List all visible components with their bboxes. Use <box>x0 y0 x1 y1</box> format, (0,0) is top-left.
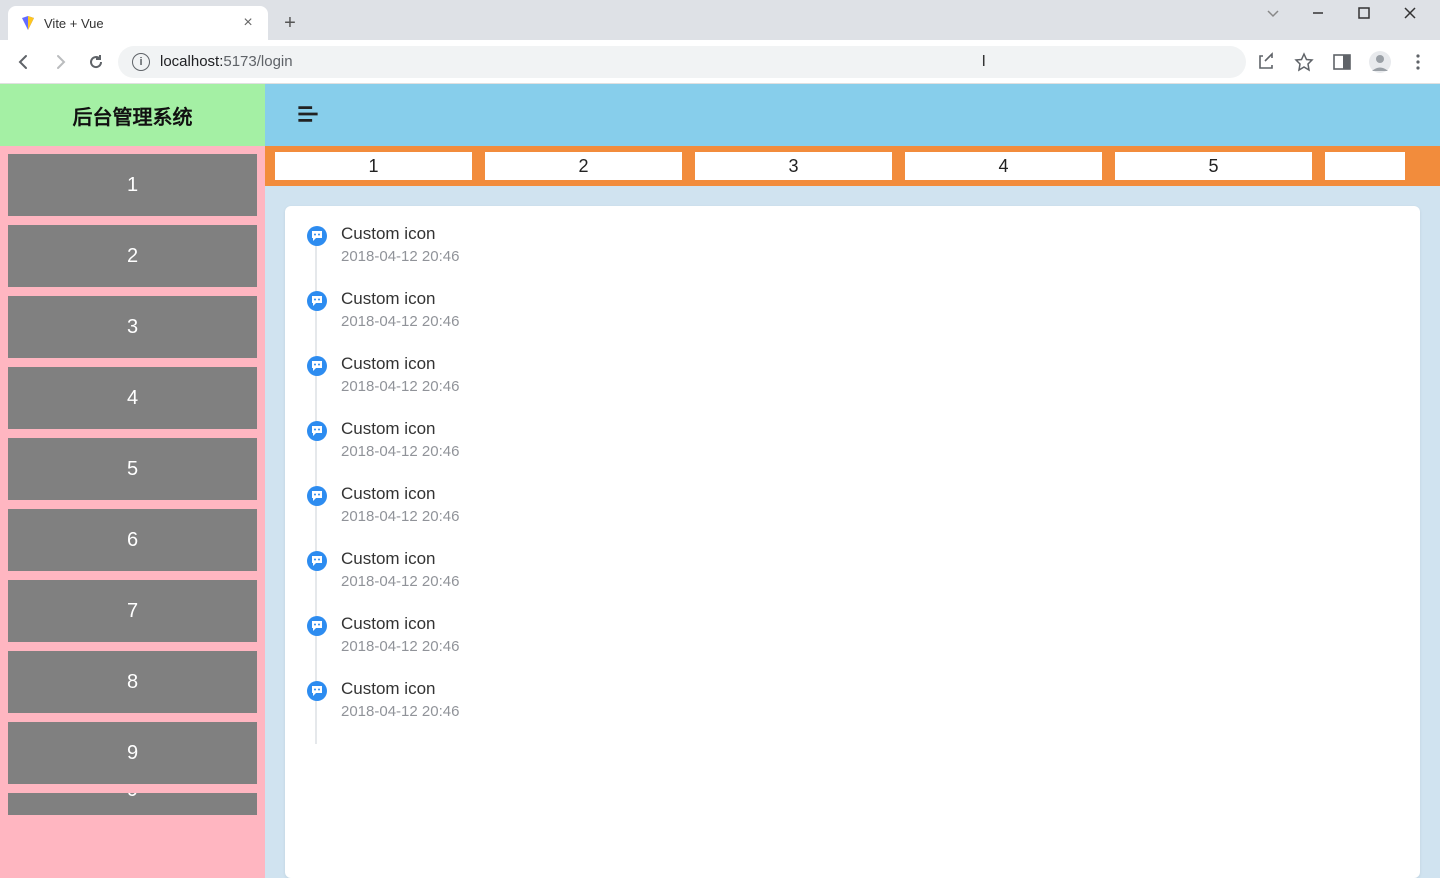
timeline-item: Custom icon 2018-04-12 20:46 <box>321 354 1400 419</box>
sidebar-item-label: 2 <box>127 245 138 268</box>
sidebar-item[interactable]: 3 <box>8 296 257 358</box>
nav-forward-button[interactable] <box>46 48 74 76</box>
chat-bubble-icon <box>307 356 327 376</box>
content-tab-label: 5 <box>1208 156 1218 177</box>
bookmark-star-icon[interactable] <box>1292 50 1316 74</box>
sidebar-item-label: 9 <box>127 742 138 765</box>
timeline-item-time: 2018-04-12 20:46 <box>341 313 1400 330</box>
timeline-item-time: 2018-04-12 20:46 <box>341 248 1400 265</box>
sidebar-item[interactable]: 7 <box>8 580 257 642</box>
address-bar[interactable]: i localhost:5173/login I <box>118 46 1246 78</box>
sidebar-item[interactable]: 5 <box>8 438 257 500</box>
window-maximize-icon[interactable] <box>1358 7 1386 19</box>
timeline-item: Custom icon 2018-04-12 20:46 <box>321 679 1400 744</box>
sidebar-item-label: 8 <box>127 671 138 694</box>
sidebar-menu: 1 2 3 4 5 6 7 8 9 9 <box>0 146 265 823</box>
content-tab[interactable]: 2 <box>485 152 682 180</box>
content-tab[interactable] <box>1325 152 1405 180</box>
sidebar-item-label: 6 <box>127 529 138 552</box>
timeline-item-time: 2018-04-12 20:46 <box>341 508 1400 525</box>
top-bar <box>265 84 1440 146</box>
sidebar-item-label: 1 <box>127 174 138 197</box>
sidebar-item[interactable]: 9 <box>8 793 257 815</box>
timeline-item-title: Custom icon <box>341 549 1400 569</box>
timeline-item-title: Custom icon <box>341 484 1400 504</box>
share-icon[interactable] <box>1254 50 1278 74</box>
timeline-item-time: 2018-04-12 20:46 <box>341 573 1400 590</box>
content-tab[interactable]: 1 <box>275 152 472 180</box>
content-tabs-row: 1 2 3 4 5 <box>265 146 1440 186</box>
new-tab-button[interactable]: + <box>276 9 304 37</box>
timeline: Custom icon 2018-04-12 20:46 Custom icon… <box>305 224 1400 744</box>
content-tab-label: 1 <box>368 156 378 177</box>
more-menu-icon[interactable] <box>1406 50 1430 74</box>
chat-bubble-icon <box>307 486 327 506</box>
chat-bubble-icon <box>307 616 327 636</box>
sidebar-item[interactable]: 1 <box>8 154 257 216</box>
sidebar-item-label: 9 <box>127 793 138 802</box>
timeline-item: Custom icon 2018-04-12 20:46 <box>321 484 1400 549</box>
sidebar-item[interactable]: 6 <box>8 509 257 571</box>
timeline-card: Custom icon 2018-04-12 20:46 Custom icon… <box>285 206 1420 878</box>
timeline-item-title: Custom icon <box>341 614 1400 634</box>
browser-toolbar: i localhost:5173/login I <box>0 40 1440 84</box>
content-tab-label: 4 <box>998 156 1008 177</box>
timeline-item: Custom icon 2018-04-12 20:46 <box>321 614 1400 679</box>
window-minimize-icon[interactable] <box>1312 7 1340 19</box>
window-dropdown-icon[interactable] <box>1266 6 1294 20</box>
content-tab-label: 2 <box>578 156 588 177</box>
timeline-item-time: 2018-04-12 20:46 <box>341 443 1400 460</box>
timeline-item-time: 2018-04-12 20:46 <box>341 703 1400 720</box>
menu-collapse-ic-[interactable] <box>297 103 321 127</box>
browser-tab[interactable]: Vite + Vue × <box>8 6 268 40</box>
timeline-item-time: 2018-04-12 20:46 <box>341 378 1400 395</box>
url-text: localhost:5173/login <box>160 53 293 70</box>
browser-tab-strip: Vite + Vue × + <box>0 0 1440 40</box>
sidebar-item[interactable]: 4 <box>8 367 257 429</box>
timeline-item: Custom icon 2018-04-12 20:46 <box>321 224 1400 289</box>
sidebar-item-label: 7 <box>127 600 138 623</box>
timeline-item-time: 2018-04-12 20:46 <box>341 638 1400 655</box>
timeline-item: Custom icon 2018-04-12 20:46 <box>321 419 1400 484</box>
chat-bubble-icon <box>307 551 327 571</box>
sidebar-item[interactable]: 9 <box>8 722 257 784</box>
profile-avatar-icon[interactable] <box>1368 50 1392 74</box>
nav-reload-button[interactable] <box>82 48 110 76</box>
timeline-item-title: Custom icon <box>341 354 1400 374</box>
nav-back-button[interactable] <box>10 48 38 76</box>
timeline-item-title: Custom icon <box>341 289 1400 309</box>
chat-bubble-icon <box>307 226 327 246</box>
text-cursor-icon: I <box>982 53 986 71</box>
content-tab-label: 3 <box>788 156 798 177</box>
window-close-icon[interactable] <box>1404 7 1432 19</box>
vite-favicon-icon <box>20 15 36 31</box>
browser-tab-title: Vite + Vue <box>44 16 232 31</box>
timeline-item: Custom icon 2018-04-12 20:46 <box>321 549 1400 614</box>
timeline-item-title: Custom icon <box>341 679 1400 699</box>
main-area: 1 2 3 4 5 Custom icon 2018-04-12 20:46 <box>265 84 1440 878</box>
timeline-item: Custom icon 2018-04-12 20:46 <box>321 289 1400 354</box>
sidebar-item-label: 4 <box>127 387 138 410</box>
content-tab[interactable]: 5 <box>1115 152 1312 180</box>
sidebar: 后台管理系统 1 2 3 4 5 6 7 8 9 9 <box>0 84 265 878</box>
timeline-item-title: Custom icon <box>341 224 1400 244</box>
close-tab-icon[interactable]: × <box>240 15 256 31</box>
chat-bubble-icon <box>307 291 327 311</box>
sidebar-item[interactable]: 8 <box>8 651 257 713</box>
sidebar-item-label: 3 <box>127 316 138 339</box>
content-tab[interactable]: 3 <box>695 152 892 180</box>
content-area: Custom icon 2018-04-12 20:46 Custom icon… <box>265 186 1440 878</box>
site-info-icon[interactable]: i <box>132 53 150 71</box>
timeline-item-title: Custom icon <box>341 419 1400 439</box>
side-panel-icon[interactable] <box>1330 50 1354 74</box>
content-tab[interactable]: 4 <box>905 152 1102 180</box>
sidebar-title: 后台管理系统 <box>0 84 265 146</box>
sidebar-item-label: 5 <box>127 458 138 481</box>
chat-bubble-icon <box>307 421 327 441</box>
sidebar-item[interactable]: 2 <box>8 225 257 287</box>
chat-bubble-icon <box>307 681 327 701</box>
